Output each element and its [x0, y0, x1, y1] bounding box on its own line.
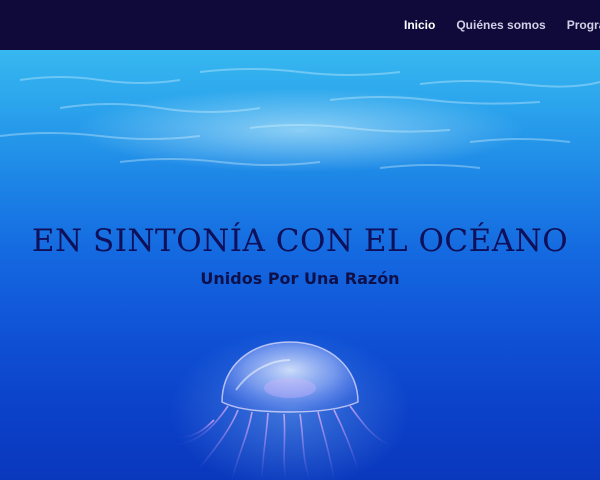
hero-subtitle: Unidos Por Una Razón	[200, 269, 400, 288]
hero-section: EN SINTONÍA CON EL OCÉANO Unidos Por Una…	[0, 50, 600, 480]
page: Inicio Quiénes somos Programas	[0, 0, 600, 480]
jellyfish-illustration	[170, 330, 410, 480]
top-navigation-bar: Inicio Quiénes somos Programas	[0, 0, 600, 50]
hero-title: EN SINTONÍA CON EL OCÉANO	[31, 223, 569, 259]
nav-link-inicio[interactable]: Inicio	[404, 18, 435, 32]
nav-link-programas[interactable]: Programas	[567, 18, 600, 32]
nav-link-quienes-somos[interactable]: Quiénes somos	[456, 18, 545, 32]
water-surface-ripples	[0, 68, 600, 169]
underwater-jellyfish-image	[0, 68, 600, 480]
main-nav: Inicio Quiénes somos Programas	[404, 0, 600, 50]
